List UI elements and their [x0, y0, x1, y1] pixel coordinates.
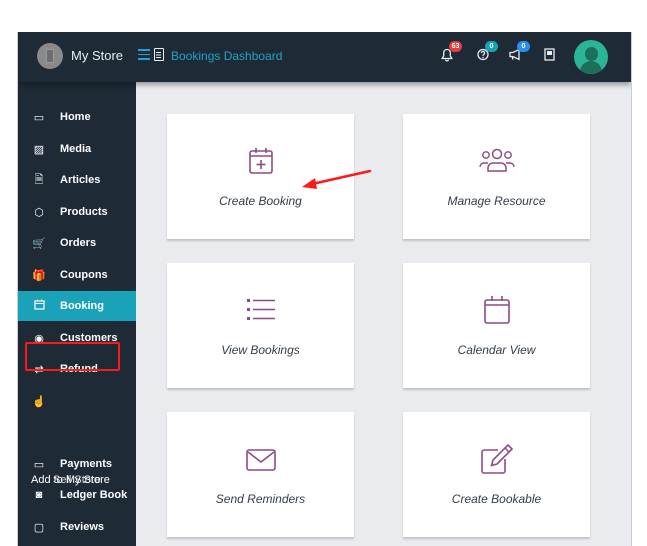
comment-icon: ▢: [33, 521, 45, 534]
store-name[interactable]: My Store: [71, 48, 123, 63]
help-badge: 0: [485, 41, 498, 52]
book-icon: [544, 48, 555, 61]
notifications-button[interactable]: 63: [441, 41, 462, 65]
card-send-reminders[interactable]: Send Reminders: [167, 412, 354, 537]
list-icon: [246, 299, 275, 320]
help-button[interactable]: 0: [477, 41, 498, 64]
annotation-highlight-box: [25, 342, 120, 371]
calendar-icon: [483, 296, 510, 324]
sidebar-item-label: Orders: [60, 237, 97, 249]
user-avatar-icon: [585, 47, 598, 61]
sidebar-item-ledger-book[interactable]: ◙ Ledger Book: [18, 480, 136, 510]
card-manage-resource[interactable]: Manage Resource: [403, 114, 590, 239]
users-icon: [478, 148, 515, 172]
card-label: Create Bookable: [451, 492, 542, 506]
app-window: My Store Bookings Dashboard 63 0 0 ▭ Hom…: [17, 32, 632, 546]
store-logo[interactable]: [37, 43, 63, 69]
edit-icon: [480, 444, 513, 474]
sidebar-item-label: Articles: [60, 174, 101, 186]
sidebar-item-reviews[interactable]: ▢ Reviews: [18, 512, 136, 542]
sidebar-item-products[interactable]: ⬡ Products: [18, 197, 136, 227]
document-icon: [154, 48, 164, 61]
card-label: Manage Resource: [447, 194, 546, 208]
sidebar-item-home[interactable]: ▭ Home: [18, 102, 136, 132]
sidebar: ▭ Home ▨ Media 🗎 Articles ⬡ Products 🛒 O…: [18, 82, 136, 546]
envelope-icon: [245, 449, 276, 471]
dashboard-content: Create Booking Manage Resource View Book…: [136, 82, 631, 546]
credit-card-icon: ▭: [33, 458, 45, 471]
sidebar-item-label: Ledger Book: [60, 489, 128, 501]
sidebar-item-label: Home: [60, 111, 91, 123]
calendar-icon: [31, 299, 47, 313]
building-icon: [46, 49, 54, 63]
card-view-bookings[interactable]: View Bookings: [167, 263, 354, 388]
sidebar-item-media[interactable]: ▨ Media: [18, 134, 136, 164]
page-title: Bookings Dashboard: [171, 49, 283, 63]
card-label: Send Reminders: [215, 492, 306, 506]
sidebar-item-label: Booking: [60, 300, 104, 312]
cube-icon: ⬡: [34, 206, 44, 219]
hamburger-menu-icon[interactable]: [138, 49, 150, 60]
user-avatar[interactable]: [574, 40, 608, 74]
sidebar-item-label: Products: [60, 206, 108, 218]
sidebar-item-booking[interactable]: Booking: [18, 291, 136, 321]
document-icon: 🗎: [34, 173, 44, 186]
announcements-badge: 0: [517, 41, 530, 52]
card-label: Calendar View: [457, 343, 536, 357]
sidebar-item-coupons[interactable]: 🎁 Coupons: [18, 260, 136, 290]
card-label: View Bookings: [221, 343, 300, 357]
sidebar-item-payments[interactable]: ▭ Payments: [18, 449, 136, 479]
sidebar-item-articles[interactable]: 🗎 Articles: [18, 165, 136, 195]
card-calendar-view[interactable]: Calendar View: [403, 263, 590, 388]
sidebar-item-unlabeled[interactable]: ☝: [18, 386, 136, 416]
card-label: Create Booking: [219, 194, 302, 208]
card-create-booking[interactable]: Create Booking: [167, 114, 354, 239]
gift-icon: 🎁: [32, 269, 46, 282]
top-bar: My Store Bookings Dashboard 63 0 0: [18, 32, 631, 82]
knowledgebase-button[interactable]: [544, 48, 555, 64]
cart-icon: 🛒: [32, 237, 46, 250]
calendar-plus-icon: [248, 148, 273, 174]
notifications-badge: 63: [449, 41, 462, 52]
card-create-bookable[interactable]: Create Bookable: [403, 412, 590, 537]
money-icon: ◙: [35, 489, 43, 501]
announcements-button[interactable]: 0: [509, 41, 530, 64]
sidebar-item-label: Payments: [60, 458, 112, 470]
sidebar-item-label: Coupons: [60, 269, 108, 281]
hand-pointer-icon: ☝: [32, 395, 46, 408]
sidebar-item-label: Media: [60, 143, 92, 155]
sidebar-item-label: Reviews: [60, 521, 105, 533]
image-icon: ▨: [33, 143, 45, 156]
sidebar-item-orders[interactable]: 🛒 Orders: [18, 228, 136, 258]
monitor-icon: ▭: [33, 111, 45, 124]
